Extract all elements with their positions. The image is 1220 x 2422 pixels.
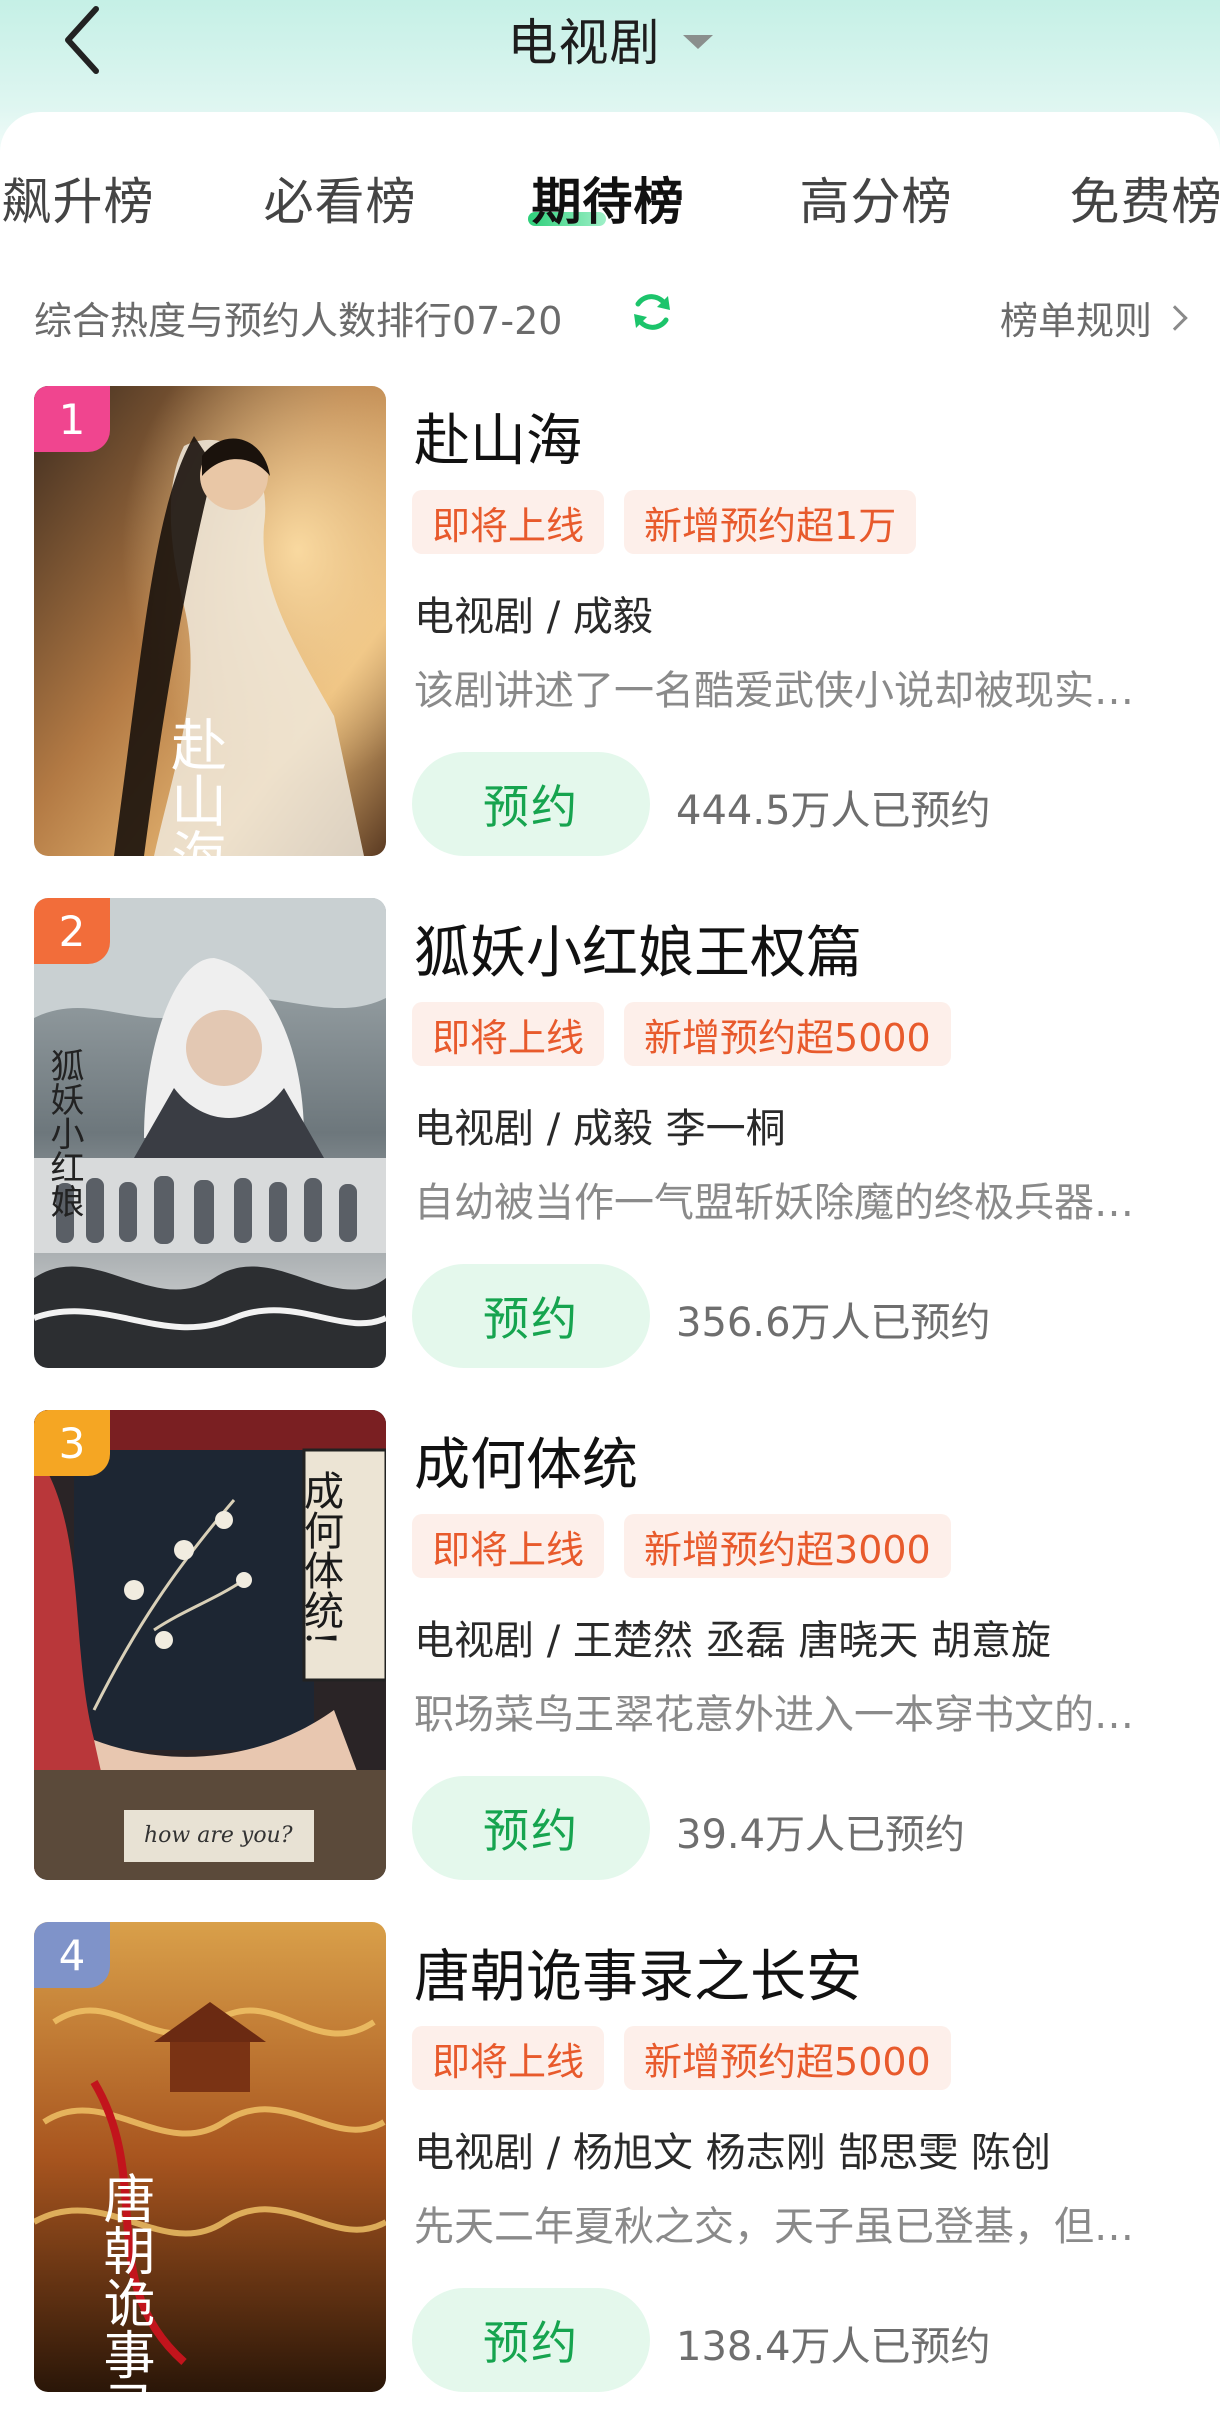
page-title: 电视剧	[507, 14, 661, 72]
show-meta: 电视剧 / 成毅	[414, 594, 653, 640]
show-meta: 电视剧 / 成毅 李一桐	[414, 1106, 786, 1152]
list-item[interactable]: 狐妖小红娘 2 狐妖小红娘王权篇 即将上线 新增预约超5000 电视剧 / 成毅…	[0, 898, 1220, 1368]
show-meta: 电视剧 / 王楚然 丞磊 唐晓天 胡意旋	[414, 1618, 1052, 1664]
show-title[interactable]: 唐朝诡事录之长安	[414, 1932, 862, 2013]
refresh-icon[interactable]	[628, 288, 676, 336]
reserve-button[interactable]: 预约	[412, 1264, 650, 1368]
poster-caption-text: how are you?	[144, 1823, 293, 1848]
reservation-growth-tag: 新增预约超5000	[624, 2026, 951, 2090]
tag-list: 即将上线 新增预约超5000	[412, 2026, 951, 2090]
status-tag: 即将上线	[412, 490, 605, 554]
status-tag: 即将上线	[412, 2026, 605, 2090]
poster-title-text: 狐妖小红娘	[44, 1048, 84, 1218]
ranking-rules-link[interactable]: 榜单规则	[999, 290, 1188, 345]
rank-badge: 4	[34, 1922, 110, 1988]
tag-list: 即将上线 新增预约超1万	[412, 490, 917, 554]
show-synopsis: 职场菜鸟王翠花意外进入一本穿书文的…	[414, 1692, 1134, 1738]
poster-image[interactable]: 狐妖小红娘 2	[34, 898, 386, 1368]
rank-badge: 2	[34, 898, 110, 964]
caret-down-icon	[682, 35, 713, 49]
tab-rising[interactable]: 飙升榜	[2, 162, 155, 234]
show-synopsis: 先天二年夏秋之交，天子虽已登基，但…	[414, 2204, 1134, 2250]
tab-free[interactable]: 免费榜	[1070, 162, 1220, 234]
rank-badge: 3	[34, 1410, 110, 1476]
reserve-button[interactable]: 预约	[412, 2288, 650, 2392]
chevron-right-icon	[1162, 304, 1188, 331]
list-item[interactable]: 唐朝诡事录 4 唐朝诡事录之长安 即将上线 新增预约超5000 电视剧 / 杨旭…	[0, 1922, 1220, 2392]
ranking-subbar: 综合热度与预约人数排行07-20 榜单规则	[0, 280, 1220, 344]
list-item[interactable]: how are you? 成何体统! 3 成何体统 即将上线 新增预约超3000…	[0, 1410, 1220, 1880]
rank-badge: 1	[34, 386, 110, 452]
poster-image[interactable]: how are you? 成何体统! 3	[34, 1410, 386, 1880]
show-meta: 电视剧 / 杨旭文 杨志刚 郜思雯 陈创	[414, 2130, 1052, 2176]
reservation-count: 444.5万人已预约	[676, 788, 991, 834]
poster-title-text: 唐朝诡事录	[94, 2172, 154, 2392]
top-nav-bar: 电视剧	[0, 0, 1220, 112]
show-synopsis: 自幼被当作一气盟斩妖除魔的终极兵器…	[414, 1180, 1134, 1226]
show-synopsis: 该剧讲述了一名酷爱武侠小说却被现实…	[414, 668, 1134, 714]
reservation-count: 356.6万人已预约	[676, 1300, 991, 1346]
ranking-description: 综合热度与预约人数排行07-20	[34, 299, 563, 343]
reservation-count: 138.4万人已预约	[676, 2324, 991, 2370]
show-title[interactable]: 成何体统	[414, 1420, 638, 1501]
tab-high-score[interactable]: 高分榜	[800, 162, 953, 234]
poster-image[interactable]: 赴山海 1	[34, 386, 386, 856]
ranking-tabs: 飙升榜 必看榜 期待榜 高分榜 免费榜	[0, 112, 1220, 242]
poster-title-text: 赴山海	[162, 716, 227, 856]
reservation-growth-tag: 新增预约超5000	[624, 1002, 951, 1066]
tab-anticipated[interactable]: 期待榜	[532, 162, 685, 234]
reservation-growth-tag: 新增预约超3000	[624, 1514, 951, 1578]
status-tag: 即将上线	[412, 1514, 605, 1578]
reservation-growth-tag: 新增预约超1万	[624, 490, 917, 554]
tab-must-watch[interactable]: 必看榜	[264, 162, 417, 234]
reserve-button[interactable]: 预约	[412, 1776, 650, 1880]
poster-image[interactable]: 唐朝诡事录 4	[34, 1922, 386, 2392]
tag-list: 即将上线 新增预约超3000	[412, 1514, 951, 1578]
category-dropdown[interactable]: 电视剧	[0, 4, 1220, 74]
reservation-count: 39.4万人已预约	[676, 1812, 966, 1858]
tag-list: 即将上线 新增预约超5000	[412, 1002, 951, 1066]
poster-title-text: 成何体统!	[297, 1470, 343, 1646]
show-title[interactable]: 赴山海	[414, 396, 582, 477]
rules-label: 榜单规则	[999, 299, 1152, 343]
status-tag: 即将上线	[412, 1002, 605, 1066]
show-title[interactable]: 狐妖小红娘王权篇	[414, 908, 862, 989]
reserve-button[interactable]: 预约	[412, 752, 650, 856]
list-item[interactable]: 赴山海 1 赴山海 即将上线 新增预约超1万 电视剧 / 成毅 该剧讲述了一名酷…	[0, 386, 1220, 856]
